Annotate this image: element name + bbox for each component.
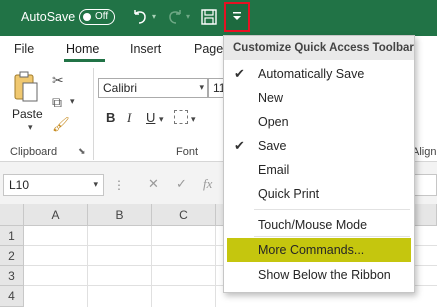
format-painter-icon[interactable]: 🖌 — [52, 116, 70, 133]
font-name-value: Calibri — [103, 81, 138, 95]
menu-item-label: Automatically Save — [258, 67, 365, 81]
clipboard-launcher-icon[interactable]: ⬊ — [78, 146, 86, 157]
gridline — [151, 226, 152, 307]
customize-qat-icon — [233, 12, 241, 20]
menu-item-show-below-ribbon[interactable]: Show Below the Ribbon — [224, 264, 414, 286]
borders-dropdown-icon[interactable]: ▾ — [191, 114, 196, 125]
cancel-icon[interactable]: ✕ — [148, 176, 159, 192]
check-icon: ✔ — [234, 138, 245, 153]
tab-home[interactable]: Home — [66, 42, 99, 56]
column-header-c[interactable]: C — [152, 204, 216, 226]
title-bar: AutoSave Off ▾ ▾ — [0, 0, 437, 36]
paste-icon[interactable] — [12, 70, 40, 107]
menu-header: Customize Quick Access Toolbar — [224, 36, 414, 60]
font-group-label: Font — [176, 146, 199, 158]
menu-item-label: Email — [258, 163, 290, 177]
formula-bar-grip-icon: ⋮ — [113, 178, 125, 192]
menu-item-label: Touch/Mouse Mode — [258, 218, 368, 232]
redo-icon — [166, 8, 184, 26]
autosave-label: AutoSave — [21, 10, 76, 24]
font-name-dropdown-icon[interactable]: ▾ — [199, 82, 204, 93]
gridline — [87, 226, 88, 307]
menu-item-quick-print[interactable]: Quick Print — [224, 183, 414, 205]
underline-dropdown-icon[interactable]: ▾ — [159, 114, 164, 125]
row-header-2[interactable]: 2 — [0, 246, 24, 266]
clipboard-group-label: Clipboard — [10, 146, 58, 158]
select-all-corner[interactable] — [0, 204, 24, 226]
menu-separator — [254, 236, 410, 237]
check-icon: ✔ — [234, 66, 245, 81]
paste-label[interactable]: Paste — [12, 107, 43, 121]
menu-item-open[interactable]: Open — [224, 111, 414, 133]
save-icon[interactable] — [200, 8, 218, 26]
customize-qat-menu: Customize Quick Access Toolbar ✔ Automat… — [223, 35, 415, 293]
menu-separator — [254, 209, 410, 210]
font-name-combo[interactable]: Calibri ▾ — [98, 78, 208, 98]
menu-item-email[interactable]: Email — [224, 159, 414, 181]
underline-button[interactable]: U — [146, 110, 155, 125]
menu-item-label: Open — [258, 115, 289, 129]
copy-icon[interactable]: ⧉ — [52, 94, 62, 111]
bold-button[interactable]: B — [106, 110, 115, 125]
menu-item-label: New — [258, 91, 284, 105]
enter-icon[interactable]: ✓ — [176, 176, 187, 192]
paste-dropdown-icon[interactable]: ▾ — [28, 122, 33, 133]
alignment-group-label: Alignm — [412, 146, 437, 158]
borders-icon[interactable] — [174, 110, 188, 124]
name-box-value: L10 — [9, 178, 30, 192]
column-header-b[interactable]: B — [88, 204, 152, 226]
menu-item-label: Quick Print — [258, 187, 320, 201]
italic-button[interactable]: I — [127, 110, 131, 126]
toggle-knob — [83, 12, 91, 21]
undo-dropdown-icon[interactable]: ▾ — [152, 12, 156, 21]
copy-dropdown-icon[interactable]: ▾ — [70, 96, 75, 107]
tab-insert[interactable]: Insert — [130, 42, 161, 56]
column-header-a[interactable]: A — [24, 204, 88, 226]
name-box-dropdown-icon[interactable]: ▾ — [93, 179, 98, 190]
row-header-1[interactable]: 1 — [0, 226, 24, 246]
menu-item-new[interactable]: New — [224, 87, 414, 109]
menu-item-label: More Commands... — [258, 243, 365, 257]
menu-item-label: Save — [258, 139, 287, 153]
autosave-state: Off — [95, 11, 109, 22]
autosave-toggle[interactable]: Off — [79, 9, 115, 25]
insert-function-icon[interactable]: fx — [203, 176, 212, 192]
cut-icon[interactable]: ✂ — [52, 72, 64, 89]
menu-item-more-commands[interactable]: More Commands... — [227, 238, 411, 262]
tab-page-layout[interactable]: Page — [194, 42, 223, 56]
menu-item-touch-mouse-mode[interactable]: Touch/Mouse Mode — [224, 214, 414, 236]
tab-file[interactable]: File — [14, 42, 34, 56]
menu-item-automatically-save[interactable]: ✔ Automatically Save — [224, 63, 414, 85]
menu-item-save[interactable]: ✔ Save — [224, 135, 414, 157]
redo-dropdown-icon: ▾ — [186, 12, 191, 21]
menu-item-label: Show Below the Ribbon — [258, 268, 391, 282]
undo-icon[interactable] — [131, 8, 149, 26]
name-box[interactable]: L10 ▾ — [3, 174, 104, 196]
gridline — [215, 226, 216, 307]
customize-qat-button[interactable] — [224, 2, 250, 32]
row-header-4[interactable]: 4 — [0, 286, 24, 307]
row-header-3[interactable]: 3 — [0, 266, 24, 286]
group-separator — [93, 68, 94, 160]
